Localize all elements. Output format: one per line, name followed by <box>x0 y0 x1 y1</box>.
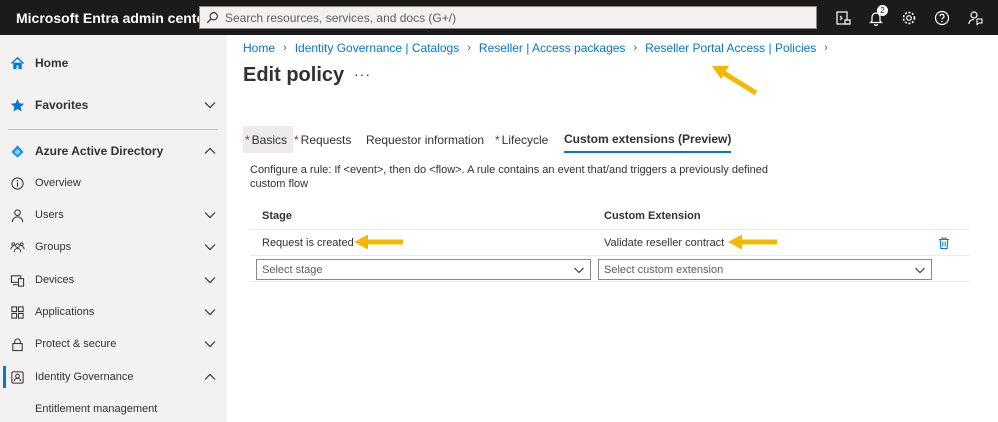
tab-lifecycle[interactable]: * Lifecycle <box>495 126 548 153</box>
table-header: Stage Custom Extension <box>250 203 970 230</box>
delete-icon[interactable] <box>937 236 951 250</box>
row-stage: Request is created <box>262 237 354 249</box>
sidebar-item-applications[interactable]: Applications <box>0 301 227 323</box>
settings-button[interactable] <box>892 0 925 35</box>
sidebar-item-home[interactable]: Home <box>0 52 227 74</box>
identity-governance-icon <box>9 369 25 385</box>
search-placeholder: Search resources, services, and docs (G+… <box>225 10 457 25</box>
more-options-button[interactable]: ··· <box>354 66 371 82</box>
info-icon <box>9 175 25 191</box>
home-icon <box>9 55 25 71</box>
lock-icon <box>9 336 25 352</box>
chevron-down-icon[interactable] <box>203 305 217 319</box>
tab-label: Requestor information <box>366 132 485 147</box>
chevron-down-icon <box>574 267 584 274</box>
chevron-up-icon[interactable] <box>203 144 217 158</box>
sidebar-item-protect-secure[interactable]: Protect & secure <box>0 333 227 355</box>
help-button[interactable] <box>925 0 958 35</box>
page-title: Edit policy <box>243 64 345 86</box>
table-row-new: Select stage Select custom extension <box>250 257 970 282</box>
chevron-down-icon[interactable] <box>203 208 217 222</box>
chevron-down-icon <box>915 267 925 274</box>
chevron-right-icon: › <box>467 42 471 54</box>
custom-extension-dropdown-placeholder: Select custom extension <box>604 263 724 276</box>
sidebar-item-favorites[interactable]: Favorites <box>0 94 227 116</box>
sidebar-item-azure-active-directory[interactable]: Azure Active Directory <box>0 140 227 162</box>
sidebar-item-overview[interactable]: Overview <box>0 172 227 194</box>
sidebar-item-label: Users <box>35 209 64 221</box>
column-header-custom-extension: Custom Extension <box>604 210 701 222</box>
custom-extension-dropdown[interactable]: Select custom extension <box>598 259 932 280</box>
required-marker: * <box>294 132 299 147</box>
chevron-down-icon[interactable] <box>203 273 217 287</box>
chevron-up-icon[interactable] <box>203 370 217 384</box>
gear-icon <box>902 11 915 24</box>
feedback-button[interactable] <box>958 0 991 35</box>
search-input[interactable]: Search resources, services, and docs (G+… <box>199 6 817 29</box>
breadcrumb: Home › Identity Governance | Catalogs › … <box>243 41 836 55</box>
sidebar-item-label: Azure Active Directory <box>35 144 164 158</box>
breadcrumb-home[interactable]: Home <box>243 41 275 55</box>
cloud-shell-icon <box>835 10 851 25</box>
row-custom-extension: Validate reseller contract <box>604 237 725 249</box>
column-header-stage: Stage <box>262 210 292 222</box>
sidebar-item-identity-governance[interactable]: Identity Governance <box>0 366 227 388</box>
required-marker: * <box>495 132 500 147</box>
devices-icon <box>9 272 25 288</box>
annotation-arrow-icon <box>354 234 403 250</box>
feedback-icon <box>967 10 983 26</box>
sidebar-item-groups[interactable]: Groups <box>0 236 227 258</box>
tab-requestor-information[interactable]: Requestor information <box>366 126 484 153</box>
sidebar-item-label: Groups <box>35 241 72 253</box>
sidebar-item-label: Identity Governance <box>35 371 134 383</box>
tab-basics[interactable]: * Basics <box>243 126 294 153</box>
annotation-arrow-icon <box>712 66 758 96</box>
tab-label: Custom extensions (Preview) <box>564 131 732 146</box>
azure-ad-icon <box>9 143 25 159</box>
groups-icon <box>9 239 25 255</box>
breadcrumb-policies[interactable]: Reseller Portal Access | Policies <box>645 41 816 55</box>
required-marker: * <box>245 132 250 147</box>
sidebar-item-label: Favorites <box>35 98 89 112</box>
chevron-down-icon[interactable] <box>203 240 217 254</box>
breadcrumb-access-packages[interactable]: Reseller | Access packages <box>479 41 626 55</box>
sidebar-item-label: Devices <box>35 274 75 286</box>
applications-icon <box>9 304 25 320</box>
chevron-down-icon[interactable] <box>203 337 217 351</box>
sidebar: Home Favorites Azure Active Directory Ov… <box>0 35 227 422</box>
sidebar-item-devices[interactable]: Devices <box>0 269 227 291</box>
top-bar: Microsoft Entra admin center Search reso… <box>0 0 998 35</box>
tab-requests[interactable]: * Requests <box>294 126 351 153</box>
notification-badge: 2 <box>877 5 888 16</box>
tab-custom-extensions[interactable]: Custom extensions (Preview) <box>564 126 732 153</box>
stage-dropdown[interactable]: Select stage <box>256 259 591 280</box>
stage-dropdown-placeholder: Select stage <box>262 263 323 276</box>
divider <box>8 129 218 130</box>
rule-description: Configure a rule: If <event>, then do <f… <box>250 164 768 190</box>
sidebar-item-label: Protect & secure <box>35 338 117 350</box>
tab-label: Requests <box>300 132 352 147</box>
sidebar-item-label: Home <box>35 56 69 70</box>
sidebar-item-label: Entitlement management <box>35 403 158 415</box>
sidebar-item-users[interactable]: Users <box>0 204 227 226</box>
chevron-right-icon: › <box>633 42 638 54</box>
star-icon <box>9 97 25 113</box>
chevron-right-icon: › <box>283 42 287 54</box>
tab-label: Basics <box>251 132 288 147</box>
sidebar-item-label: Overview <box>35 177 81 189</box>
annotation-arrow-icon <box>728 234 777 250</box>
chevron-down-icon[interactable] <box>203 98 217 112</box>
chevron-right-icon: › <box>824 42 828 54</box>
tab-label: Lifecycle <box>501 132 549 147</box>
cloud-shell-button[interactable] <box>826 0 859 35</box>
app-title[interactable]: Microsoft Entra admin center <box>0 10 210 26</box>
sidebar-item-label: Applications <box>35 306 95 318</box>
notifications-button[interactable]: 2 <box>859 0 892 35</box>
breadcrumb-catalogs[interactable]: Identity Governance | Catalogs <box>295 41 460 55</box>
help-icon <box>934 10 949 25</box>
user-icon <box>9 207 25 223</box>
sidebar-item-entitlement-management[interactable]: Entitlement management <box>0 398 227 420</box>
search-icon <box>206 12 218 24</box>
